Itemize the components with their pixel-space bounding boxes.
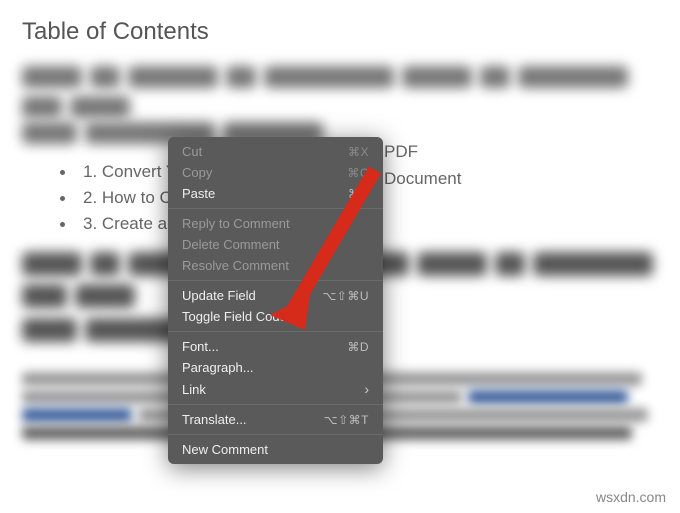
menu-item-label: Paragraph... xyxy=(182,360,254,375)
menu-item-paragraph[interactable]: Paragraph... xyxy=(168,357,383,378)
menu-item-label: Update Field xyxy=(182,288,256,303)
watermark: wsxdn.com xyxy=(596,489,666,505)
menu-item-delete-comment: Delete Comment xyxy=(168,234,383,255)
menu-item-toggle-field-codes[interactable]: Toggle Field Codes xyxy=(168,306,383,327)
menu-item-label: Translate... xyxy=(182,412,247,427)
menu-item-label: Reply to Comment xyxy=(182,216,290,231)
menu-item-label: Cut xyxy=(182,144,202,159)
menu-item-font[interactable]: Font... ⌘D xyxy=(168,336,383,357)
page-title: Table of Contents xyxy=(22,18,658,46)
menu-item-paste[interactable]: Paste ⌘V xyxy=(168,183,383,204)
menu-separator xyxy=(168,208,383,209)
bullet-icon xyxy=(60,222,65,227)
menu-item-label: Copy xyxy=(182,165,212,180)
menu-separator xyxy=(168,434,383,435)
menu-item-shortcut: ⌘C xyxy=(347,166,369,180)
menu-item-shortcut: ⌘D xyxy=(347,340,369,354)
menu-item-shortcut: ⌘V xyxy=(348,187,369,201)
chevron-right-icon: › xyxy=(364,381,369,397)
menu-item-shortcut: ⌘X xyxy=(348,145,369,159)
menu-item-new-comment[interactable]: New Comment xyxy=(168,439,383,460)
menu-item-label: New Comment xyxy=(182,442,268,457)
menu-separator xyxy=(168,331,383,332)
menu-item-label: Paste xyxy=(182,186,215,201)
toc-suffix-3: Document xyxy=(384,169,461,189)
menu-item-label: Delete Comment xyxy=(182,237,280,252)
menu-item-label: Toggle Field Codes xyxy=(182,309,293,324)
menu-item-link[interactable]: Link › xyxy=(168,378,383,400)
bullet-icon xyxy=(60,196,65,201)
toc-suffix-2: PDF xyxy=(384,142,418,162)
menu-item-resolve-comment: Resolve Comment xyxy=(168,255,383,276)
menu-item-reply-to-comment: Reply to Comment xyxy=(168,213,383,234)
menu-item-translate[interactable]: Translate... ⌥⇧⌘T xyxy=(168,409,383,430)
menu-item-label: Link xyxy=(182,382,206,397)
menu-item-label: Resolve Comment xyxy=(182,258,289,273)
context-menu: Cut ⌘X Copy ⌘C Paste ⌘V Reply to Comment Delete… xyxy=(168,137,383,464)
menu-item-cut: Cut ⌘X xyxy=(168,141,383,162)
blurred-heading-1 xyxy=(22,66,658,118)
menu-item-label: Font... xyxy=(182,339,219,354)
bullet-icon xyxy=(60,170,65,175)
menu-separator xyxy=(168,280,383,281)
menu-item-copy: Copy ⌘C xyxy=(168,162,383,183)
menu-item-shortcut: ⌥⇧⌘T xyxy=(324,413,369,427)
menu-item-update-field[interactable]: Update Field ⌥⇧⌘U xyxy=(168,285,383,306)
menu-separator xyxy=(168,404,383,405)
menu-item-shortcut: ⌥⇧⌘U xyxy=(322,289,369,303)
